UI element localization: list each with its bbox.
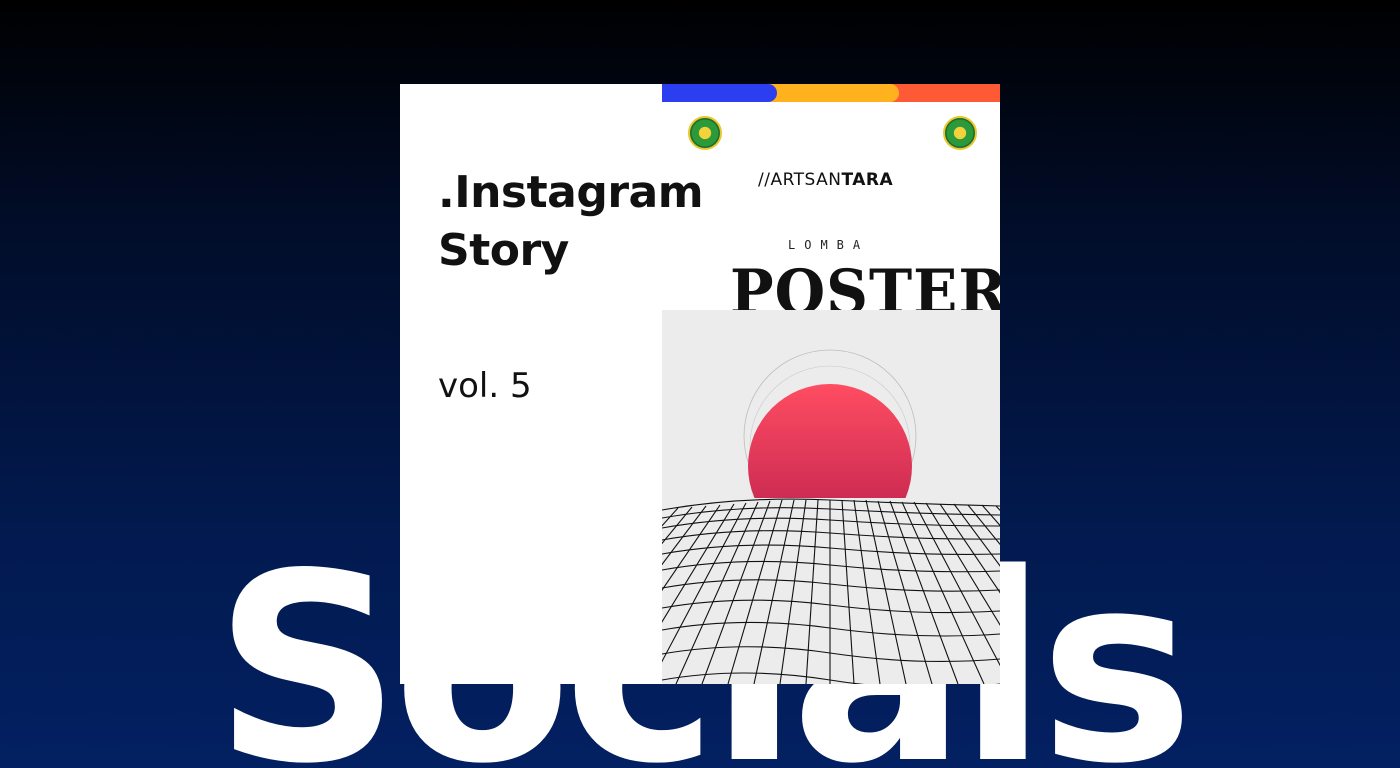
volume-label: vol. 5	[438, 366, 532, 406]
accent-bar-orange	[890, 84, 1000, 102]
poster-artwork	[662, 310, 1000, 684]
event-label: LOMBA	[788, 238, 870, 252]
card-title-line-2: Story	[438, 225, 569, 276]
accent-bar-yellow	[767, 84, 899, 102]
brand-prefix: //ARTSAN	[758, 170, 842, 190]
instagram-story-card[interactable]: .Instagram Story vol. 5 //ARTSANTARA LOM…	[400, 84, 1000, 684]
accent-bar-blue	[662, 84, 777, 102]
brand-suffix: TARA	[841, 170, 894, 190]
sun-grid-illustration	[662, 349, 1000, 684]
brand-logo: //ARTSANTARA	[758, 170, 893, 190]
school-logo-icon	[688, 116, 722, 150]
card-title-line-1: .Instagram	[438, 167, 704, 218]
card-title: .Instagram Story	[438, 164, 704, 280]
osis-logo-icon	[943, 116, 977, 150]
